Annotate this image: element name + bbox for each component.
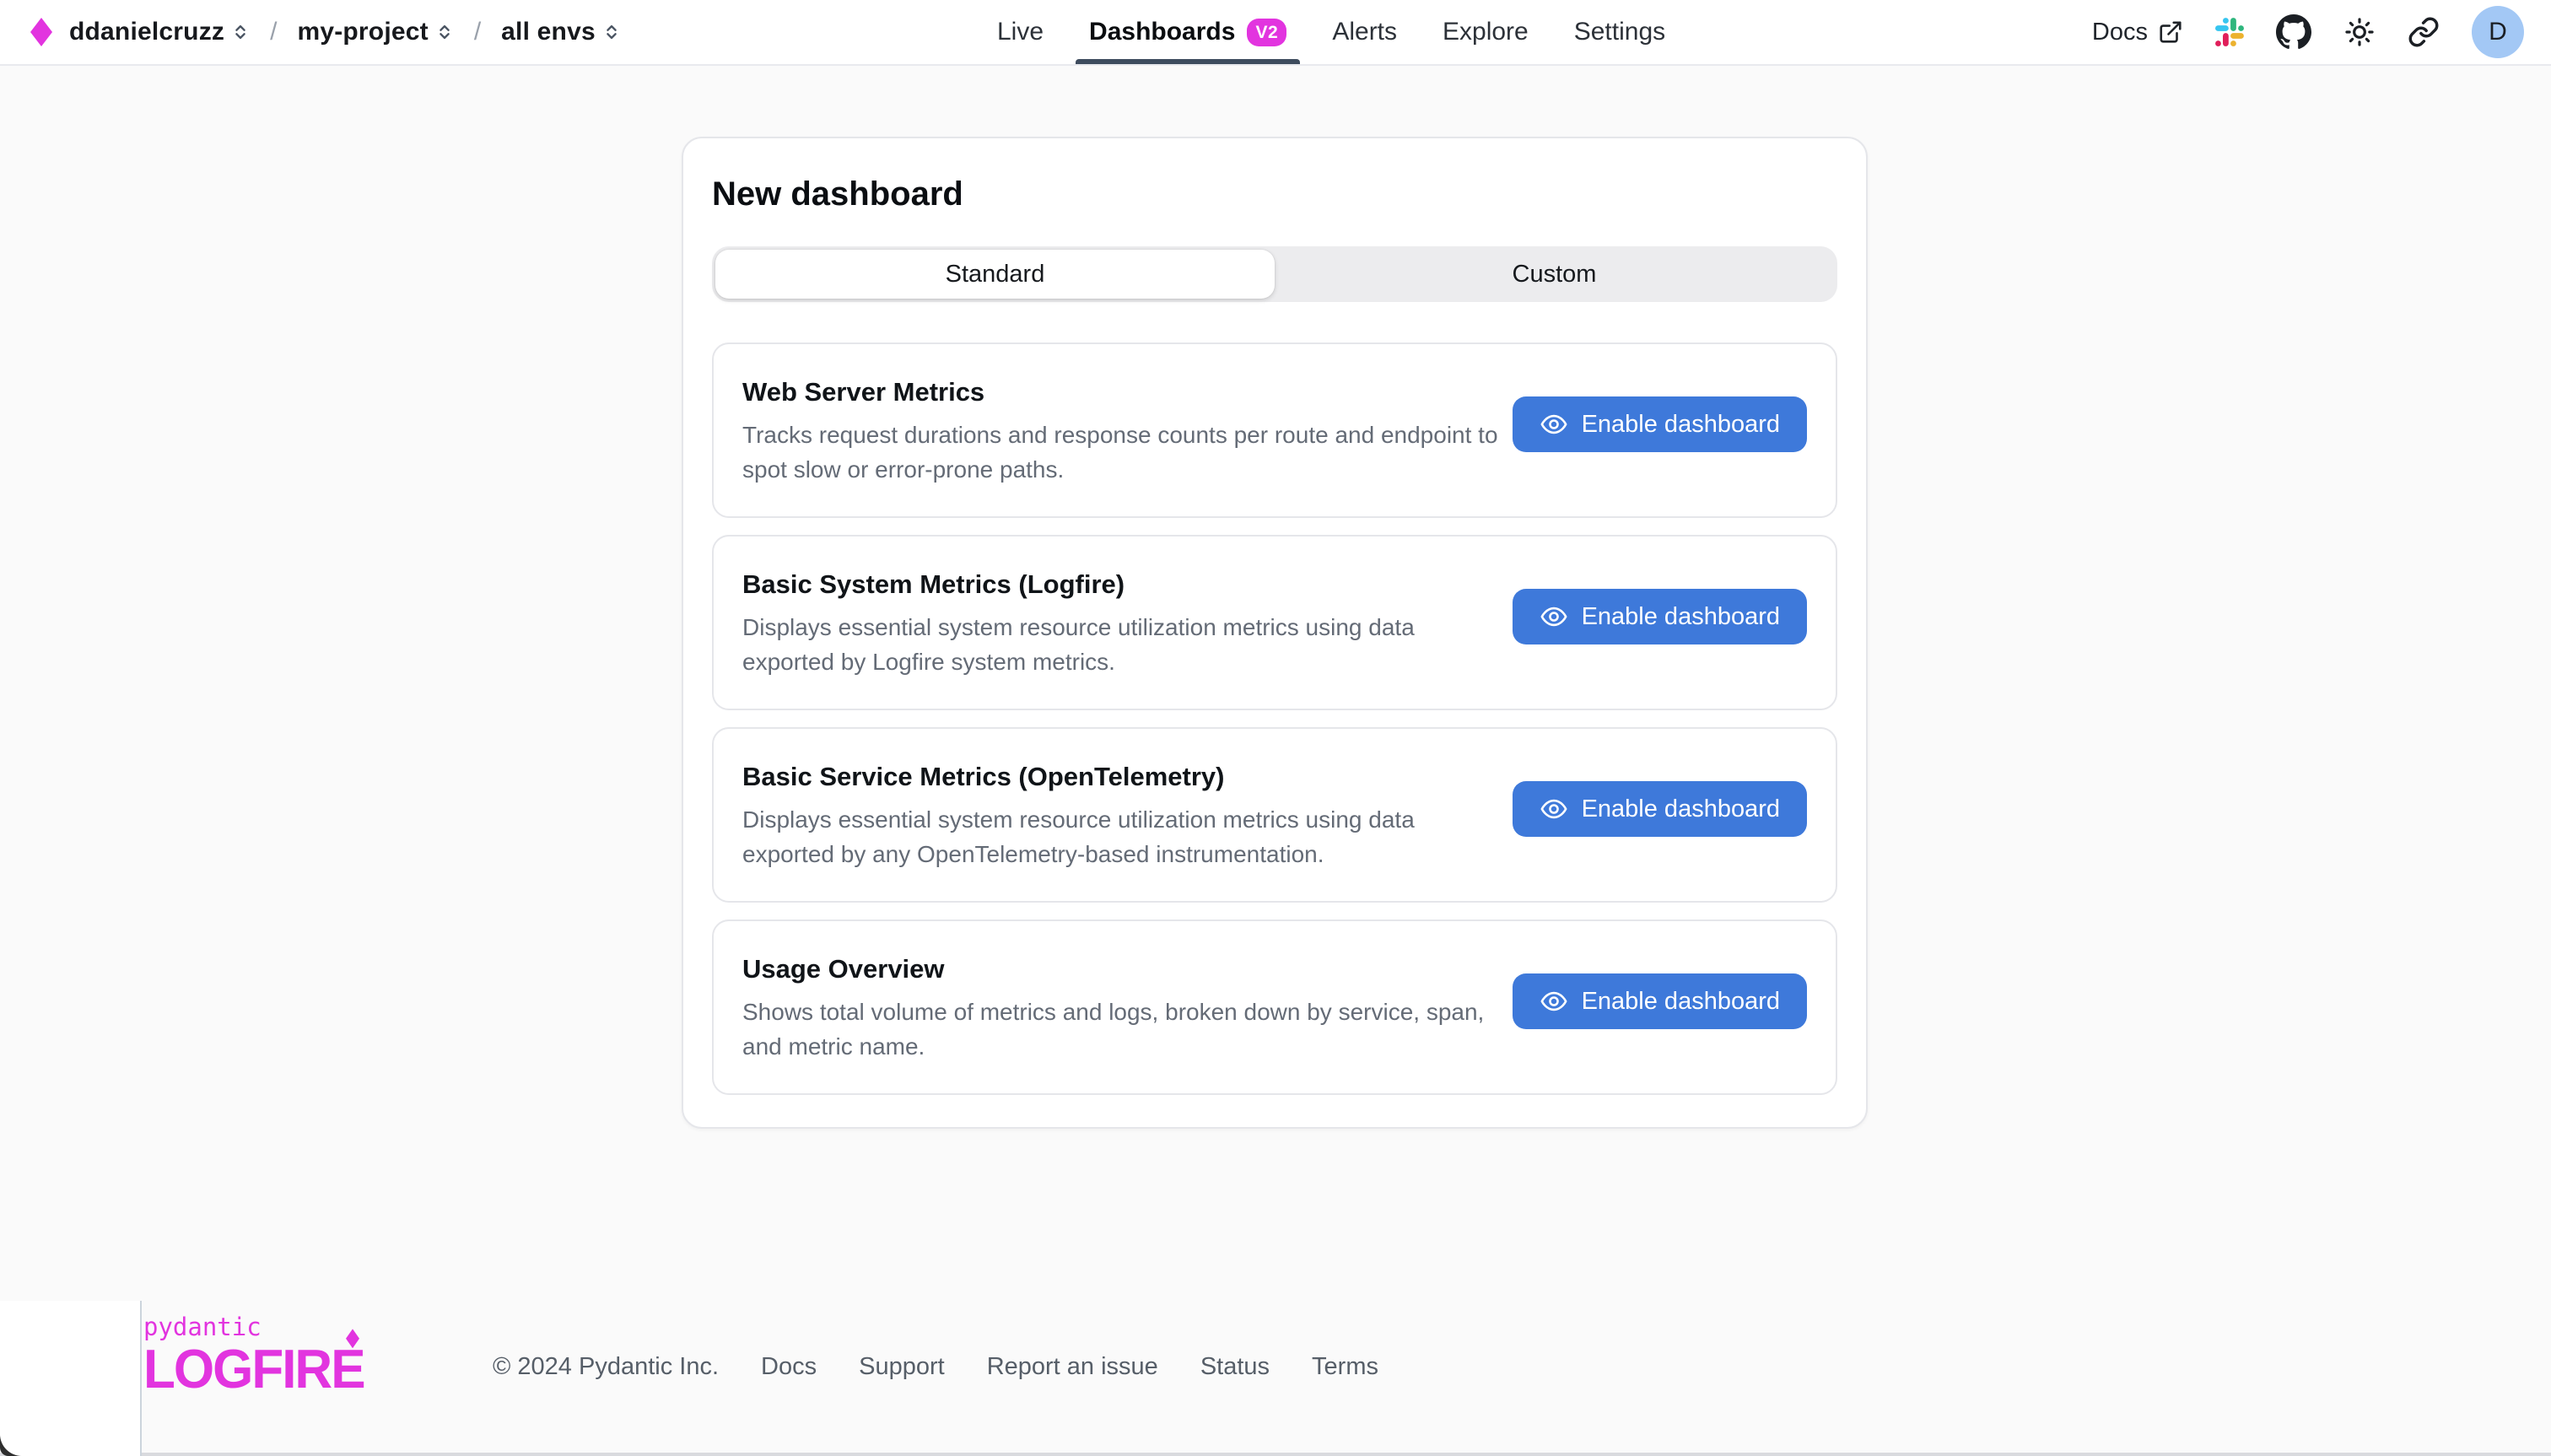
breadcrumb: ddanielcruzz / my-project / all envs — [0, 18, 621, 46]
dashboard-template-list: Web Server Metrics Tracks request durati… — [712, 342, 1837, 1095]
avatar-initial: D — [2489, 18, 2507, 46]
app-screen: ddanielcruzz / my-project / all envs Liv… — [0, 0, 2551, 1456]
enable-dashboard-button[interactable]: Enable dashboard — [1513, 973, 1807, 1029]
nav-label: Explore — [1443, 18, 1529, 46]
copy-link-icon — [2408, 16, 2440, 48]
enable-dashboard-label: Enable dashboard — [1582, 988, 1780, 1016]
tab-standard[interactable]: Standard — [715, 250, 1275, 299]
copy-link-button[interactable] — [2408, 16, 2440, 48]
footer-link-report-an-issue[interactable]: Report an issue — [987, 1353, 1158, 1381]
enable-dashboard-button[interactable]: Enable dashboard — [1513, 781, 1807, 837]
dashboard-description: Displays essential system resource utili… — [742, 610, 1502, 679]
nav-label: Settings — [1574, 18, 1665, 46]
footer-left-panel — [0, 1301, 142, 1456]
footer-link-status[interactable]: Status — [1200, 1353, 1270, 1381]
breadcrumb-separator: / — [474, 18, 481, 46]
org-name: ddanielcruzz — [69, 18, 224, 46]
nav-label: Dashboards — [1089, 18, 1235, 46]
nav-item-dashboards[interactable]: Dashboards V2 — [1076, 0, 1300, 64]
nav-label: Live — [997, 18, 1044, 46]
top-bar: ddanielcruzz / my-project / all envs Liv… — [0, 0, 2551, 66]
project-selector[interactable]: my-project — [297, 18, 453, 46]
dashboard-type-tabs: Standard Custom — [712, 246, 1837, 302]
eye-icon — [1540, 987, 1568, 1016]
page-title: New dashboard — [712, 175, 1837, 213]
breadcrumb-separator: / — [270, 18, 277, 46]
nav-label: Alerts — [1332, 18, 1397, 46]
enable-dashboard-label: Enable dashboard — [1582, 603, 1780, 631]
avatar[interactable]: D — [2472, 6, 2524, 58]
new-dashboard-panel: New dashboard Standard Custom Web Server… — [682, 137, 1868, 1129]
main-nav: Live Dashboards V2 Alerts Explore Settin… — [984, 0, 1679, 64]
dashboard-card-web-server-metrics: Web Server Metrics Tracks request durati… — [712, 342, 1837, 518]
eye-icon — [1540, 410, 1568, 439]
footer-link-terms[interactable]: Terms — [1312, 1353, 1378, 1381]
logfire-logo-text: LOGFIRE — [143, 1343, 364, 1397]
unfold-chevrons-icon — [231, 19, 250, 45]
enable-dashboard-label: Enable dashboard — [1582, 795, 1780, 823]
copyright-text: © 2024 Pydantic Inc. — [493, 1353, 719, 1381]
tab-custom[interactable]: Custom — [1275, 250, 1834, 299]
dashboard-card-usage-overview: Usage Overview Shows total volume of met… — [712, 919, 1837, 1095]
project-name: my-project — [297, 18, 428, 46]
eye-icon — [1540, 795, 1568, 823]
slack-icon — [2215, 18, 2244, 46]
github-icon — [2276, 14, 2311, 50]
github-link[interactable] — [2276, 14, 2311, 50]
dashboard-card-basic-system-metrics: Basic System Metrics (Logfire) Displays … — [712, 535, 1837, 710]
dashboard-description: Shows total volume of metrics and logs, … — [742, 995, 1502, 1064]
dashboard-card-basic-service-metrics: Basic Service Metrics (OpenTelemetry) Di… — [712, 727, 1837, 903]
enable-dashboard-button[interactable]: Enable dashboard — [1513, 396, 1807, 452]
dashboard-description: Tracks request durations and response co… — [742, 418, 1502, 487]
nav-item-live[interactable]: Live — [984, 0, 1057, 64]
docs-label: Docs — [2092, 19, 2148, 46]
enable-dashboard-label: Enable dashboard — [1582, 411, 1780, 439]
enable-dashboard-button[interactable]: Enable dashboard — [1513, 589, 1807, 644]
footer-links: © 2024 Pydantic Inc. Docs Support Report… — [493, 1353, 1378, 1381]
footer-link-docs[interactable]: Docs — [761, 1353, 817, 1381]
docs-link[interactable]: Docs — [2092, 19, 2183, 46]
dashboard-description: Displays essential system resource utili… — [742, 802, 1502, 871]
pydantic-logo-text: pydantic — [143, 1314, 364, 1340]
unfold-chevrons-icon — [602, 19, 621, 45]
theme-toggle[interactable] — [2343, 16, 2376, 48]
org-selector[interactable]: ddanielcruzz — [69, 18, 250, 46]
environment-selector[interactable]: all envs — [501, 18, 621, 46]
eye-icon — [1540, 602, 1568, 631]
logfire-wordmark-logo: pydantic LOGFIRE — [143, 1314, 364, 1395]
logfire-diamond-logo-icon — [30, 18, 52, 46]
nav-item-alerts[interactable]: Alerts — [1319, 0, 1410, 64]
nav-item-explore[interactable]: Explore — [1429, 0, 1542, 64]
v2-badge: V2 — [1247, 19, 1286, 46]
footer-link-support[interactable]: Support — [859, 1353, 945, 1381]
environment-name: all envs — [501, 18, 596, 46]
external-link-icon — [2158, 19, 2183, 45]
nav-item-settings[interactable]: Settings — [1561, 0, 1679, 64]
bottom-edge-strip — [0, 1453, 2551, 1456]
theme-sun-icon — [2343, 16, 2376, 48]
slack-link[interactable] — [2215, 18, 2244, 46]
topbar-right: Docs D — [2092, 0, 2551, 64]
unfold-chevrons-icon — [435, 19, 454, 45]
